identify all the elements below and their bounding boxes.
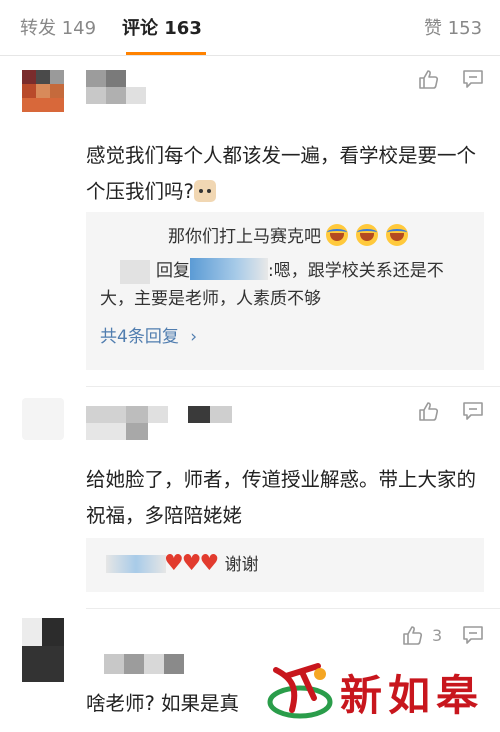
username-blurred[interactable] [104,654,184,688]
more-replies-link[interactable]: 共4条回复 › [100,322,197,352]
tab-bar: 转发 149 评论 163 赞 153 [0,0,500,56]
comment-button[interactable] [462,400,484,422]
reply-line: 那你们打上马赛克吧 [168,222,416,252]
laughing-emoji-icon [386,224,409,246]
username-blurred [106,555,166,573]
comment-icon [462,400,484,422]
comment-button[interactable] [462,624,484,646]
thumbs-up-icon [402,624,424,646]
comment-item: 给她脸了，师者，传道授业解惑。带上大家的祝福，多陪陪姥姥 ♥♥♥ 谢谢 [0,388,500,610]
avatar[interactable] [22,70,64,112]
like-count: 3 [432,625,443,645]
thumbs-up-icon [418,400,440,422]
laughing-emoji-icon [356,224,379,246]
reply-line: 大，主要是老师，人素质不够 [100,289,321,309]
laughing-emoji-icon [326,224,349,246]
chevron-right-icon: › [190,327,198,347]
divider [86,386,500,387]
username-blurred[interactable] [86,406,236,440]
brand-logo-icon [267,663,333,719]
watermark-logo: 新如皋 [262,656,500,732]
thumbs-up-icon [418,68,440,90]
comment-icon [462,624,484,646]
like-button[interactable] [418,400,440,422]
tab-reposts[interactable]: 转发 149 [20,14,96,40]
comment-item: 感觉我们每个人都该发一遍，看学校是要一个个压我们吗? 那你们打上马赛克吧 回复:… [0,56,500,388]
username-blurred[interactable] [86,70,146,104]
comment-text: 感觉我们每个人都该发一遍，看学校是要一个个压我们吗? [86,144,477,203]
comment-text: 给她脸了，师者，传道授业解惑。带上大家的祝福，多陪陪姥姥 [86,468,477,527]
like-button[interactable] [418,68,440,90]
watermark-text: 新如皋 [340,671,485,720]
active-tab-indicator [126,52,206,55]
comment-icon [462,68,484,90]
divider [86,608,500,609]
cat-emoji-icon [193,180,216,202]
username-blurred [120,260,150,284]
username-blurred[interactable] [190,258,268,280]
tab-comments[interactable]: 评论 163 [122,14,202,40]
heart-icon: ♥ [199,551,220,576]
avatar[interactable] [22,398,64,440]
avatar[interactable] [22,618,64,682]
reply-preview-box[interactable]: ♥♥♥ 谢谢 [86,538,484,592]
comment-button[interactable] [462,68,484,90]
tab-likes[interactable]: 赞 153 [424,14,482,40]
like-button[interactable]: 3 [402,624,442,646]
reply-line: ♥♥♥ 谢谢 [164,551,259,576]
reply-line: 回复:嗯，跟学校关系还是不 [156,256,444,286]
reply-preview-box[interactable]: 那你们打上马赛克吧 回复:嗯，跟学校关系还是不 大，主要是老师，人素质不够 共4… [86,212,484,370]
